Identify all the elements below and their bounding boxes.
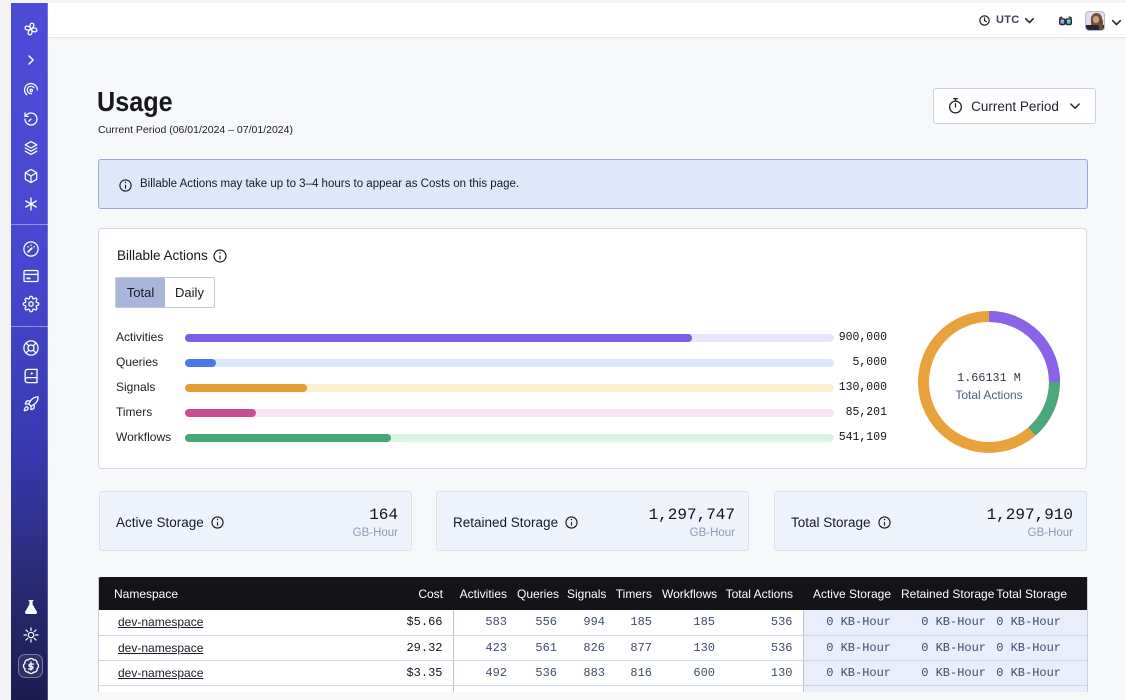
svg-text:1.66131 M: 1.66131 M <box>957 371 1021 385</box>
svg-text:Total Actions: Total Actions <box>955 388 1022 402</box>
